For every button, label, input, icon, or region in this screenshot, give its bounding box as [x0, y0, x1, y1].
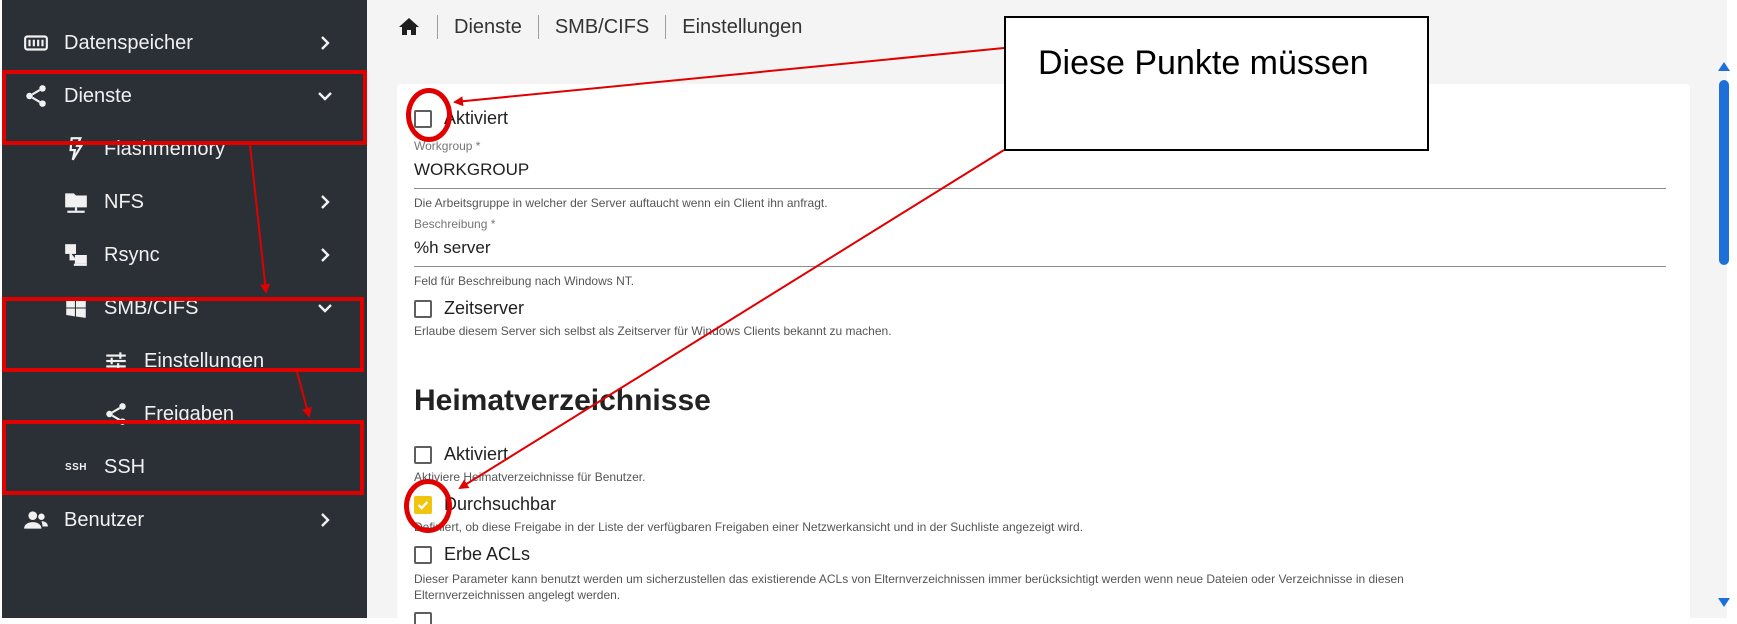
home-directories-heading: Heimatverzeichnisse [414, 384, 711, 417]
annotation-callout: Diese Punkte müssen [1004, 16, 1429, 151]
users-icon [22, 506, 50, 534]
browseable-hint: Definiert, ob diese Freigabe in der List… [414, 520, 1084, 534]
sidebar-item-label: Rsync [104, 243, 160, 266]
browseable-label: Durchsuchbar [444, 494, 557, 514]
rsync-icon [62, 241, 90, 269]
breadcrumb-smb-cifs[interactable]: SMB/CIFS [555, 16, 649, 39]
breadcrumb-einstellungen: Einstellungen [682, 15, 803, 38]
home-enabled-label: Aktiviert [444, 444, 509, 464]
breadcrumb: Dienste SMB/CIFS Einstellungen [397, 10, 802, 44]
chevron-right-icon [313, 243, 337, 267]
home-enabled-checkbox[interactable]: Aktiviert [414, 444, 508, 465]
highlight-circle-durchsuchbar [404, 479, 452, 533]
sidebar-item-nfs[interactable]: NFS [2, 173, 367, 231]
storage-icon [22, 29, 50, 57]
breadcrumb-separator [665, 15, 667, 39]
description-label: Beschreibung * [414, 217, 496, 231]
network-folder-icon [62, 188, 90, 216]
breadcrumb-separator [437, 15, 438, 39]
scroll-down-arrow-icon[interactable] [1718, 598, 1730, 607]
highlight-smb-cifs [2, 297, 364, 372]
breadcrumb-dienste[interactable]: Dienste [454, 16, 522, 39]
next-checkbox-partial[interactable] [414, 612, 444, 624]
checkbox-box[interactable] [414, 299, 432, 318]
workgroup-underline [414, 188, 1666, 189]
inherit-acls-hint: Dieser Parameter kann benutzt werden um … [414, 572, 1404, 586]
description-underline [414, 266, 1666, 267]
checkbox-box[interactable] [414, 612, 432, 624]
chevron-right-icon [313, 31, 337, 55]
inherit-acls-checkbox[interactable]: Erbe ACLs [414, 544, 530, 565]
timeserver-hint: Erlaube diesem Server sich selbst als Ze… [414, 324, 892, 338]
inherit-acls-label: Erbe ACLs [444, 544, 531, 564]
scrollbar-thumb[interactable] [1719, 80, 1729, 265]
chevron-right-icon [313, 508, 337, 532]
highlight-circle-aktiviert [406, 88, 452, 142]
sidebar-item-datenspeicher[interactable]: Datenspeicher [2, 14, 367, 72]
highlight-freigaben [2, 420, 364, 495]
description-hint: Feld für Beschreibung nach Windows NT. [414, 274, 635, 288]
sidebar-item-label: Benutzer [64, 508, 145, 531]
settings-card: Aktiviert Workgroup * WORKGROUP Die Arbe… [397, 84, 1690, 624]
timeserver-checkbox[interactable]: Zeitserver [414, 298, 524, 319]
checkbox-box[interactable] [414, 445, 432, 464]
workgroup-hint: Die Arbeitsgruppe in welcher der Server … [414, 196, 828, 210]
scroll-up-arrow-icon[interactable] [1718, 62, 1730, 71]
description-field[interactable]: %h server [414, 238, 491, 258]
highlight-dienste [2, 70, 367, 145]
enabled-label: Aktiviert [444, 108, 509, 128]
home-icon[interactable] [397, 15, 421, 39]
chevron-right-icon [313, 190, 337, 214]
inherit-acls-hint-continued: Elternverzeichnissen angelegt werden. [414, 588, 621, 602]
sidebar-item-benutzer[interactable]: Benutzer [2, 491, 367, 549]
checkbox-box[interactable] [414, 545, 432, 564]
home-enabled-hint: Aktiviere Heimatverzeichnisse für Benutz… [414, 470, 646, 484]
timeserver-label: Zeitserver [444, 298, 525, 318]
sidebar-item-rsync[interactable]: Rsync [2, 226, 367, 284]
sidebar-item-label: Datenspeicher [64, 31, 193, 54]
callout-text: Diese Punkte müssen [1038, 44, 1369, 82]
workgroup-field[interactable]: WORKGROUP [414, 160, 529, 180]
breadcrumb-separator [537, 15, 539, 39]
sidebar-item-label: NFS [104, 190, 144, 213]
